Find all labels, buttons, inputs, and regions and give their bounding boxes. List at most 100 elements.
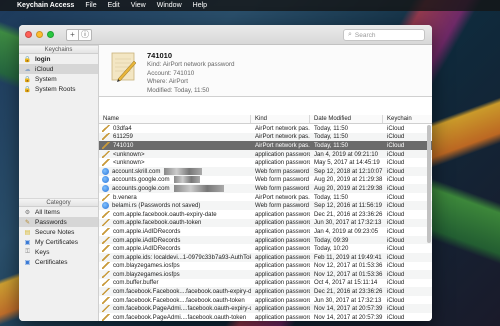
password-key-icon bbox=[102, 159, 110, 167]
table-row[interactable]: com.apple.iAdIDRecords application passwo… bbox=[99, 235, 432, 245]
table-row[interactable]: 03dfa4 AirPort network pas... Today, 11:50… bbox=[99, 124, 432, 133]
table-row[interactable]: accounts.google.com Web form password Aug … bbox=[99, 176, 432, 185]
table-row[interactable]: 741010 AirPort network pas... Today, 11:50… bbox=[99, 141, 432, 150]
table-row[interactable]: com.apple.iAdIDRecords application passwo… bbox=[99, 227, 432, 236]
menu-edit[interactable]: Edit bbox=[108, 2, 120, 9]
cell-name: com.apple.iAdIDRecords bbox=[99, 245, 251, 253]
sidebar-item-system-roots[interactable]: 🔒 System Roots bbox=[19, 84, 98, 94]
menu-view[interactable]: View bbox=[131, 2, 146, 9]
cell-kind: application password bbox=[255, 227, 310, 235]
menu-window[interactable]: Window bbox=[157, 2, 182, 9]
cell-name: com.facebook.PageAdmi....facebook.oauth-… bbox=[99, 305, 251, 313]
table-row[interactable]: com.apple.facebook.oauth-token applicatio… bbox=[99, 218, 432, 228]
search-icon: ⌕ bbox=[348, 31, 352, 38]
minimize-window-button[interactable] bbox=[36, 31, 43, 38]
toolbar-buttons: + ⓘ bbox=[66, 28, 92, 41]
menu-file[interactable]: File bbox=[85, 2, 96, 9]
zoom-window-button[interactable] bbox=[47, 31, 54, 38]
cell-kind: application password bbox=[255, 245, 310, 253]
sidebar-item-icloud[interactable]: ☁ iCloud bbox=[19, 64, 98, 74]
add-item-button[interactable]: + bbox=[66, 28, 79, 41]
table-row[interactable]: belami.rs (Passwords not saved) Web form … bbox=[99, 201, 432, 210]
menu-app-name[interactable]: Keychain Access bbox=[17, 2, 74, 9]
sidebar-item-passwords[interactable]: ✎ Passwords bbox=[19, 217, 98, 227]
cell-name-text: com.facebook.PageAdmi....facebook.oauth-… bbox=[113, 313, 247, 321]
cell-kind: application password bbox=[255, 159, 310, 167]
table-row[interactable]: <unknown> application password May 5, 2017… bbox=[99, 158, 432, 167]
column-header-name[interactable]: Name bbox=[99, 115, 251, 123]
sidebar-item-all-items[interactable]: ⚙ All Items bbox=[19, 207, 98, 217]
cell-kind: application password bbox=[255, 236, 310, 244]
table-scrollbar[interactable] bbox=[427, 125, 431, 243]
table-row[interactable]: com.blayzegames.iosfps application passwo… bbox=[99, 270, 432, 279]
cell-date: Aug 20, 2019 at 21:29:38 bbox=[314, 184, 383, 192]
table-row[interactable]: com.blayzegames.iosfps application passwo… bbox=[99, 262, 432, 271]
password-key-icon bbox=[102, 210, 110, 218]
cell-kind: AirPort network pas... bbox=[255, 193, 310, 201]
column-header-kind[interactable]: Kind bbox=[251, 115, 310, 123]
sidebar-item-label: Passwords bbox=[35, 218, 67, 226]
cell-kind: AirPort network pas... bbox=[255, 133, 310, 141]
lock-icon: 🔒 bbox=[23, 86, 32, 93]
table-row[interactable]: com.facebook.PageAdmi....facebook.oauth-… bbox=[99, 304, 432, 314]
info-button[interactable]: ⓘ bbox=[79, 28, 92, 41]
cloud-icon: ☁ bbox=[24, 66, 31, 73]
table-row[interactable]: account.skrill.com Web form password Sep 1… bbox=[99, 166, 432, 176]
close-window-button[interactable] bbox=[25, 31, 32, 38]
sidebar-item-login[interactable]: 🔒 login bbox=[19, 54, 98, 64]
table-row[interactable]: com.apple.ids: localdevi...1-0979c33b7a9… bbox=[99, 252, 432, 262]
cell-keychain: iCloud bbox=[387, 227, 405, 235]
cell-name-text: com.apple.iAdIDRecords bbox=[113, 227, 181, 235]
sidebar-item-secure-notes[interactable]: ▤ Secure Notes bbox=[19, 227, 98, 237]
cell-name-text: com.facebook.Facebook....facebook.oauth-… bbox=[113, 296, 245, 304]
cell-date: Today, 11:50 bbox=[314, 141, 348, 149]
table-row[interactable]: com.facebook.Facebook....facebook.oauth-… bbox=[99, 287, 432, 296]
cell-keychain: iCloud bbox=[387, 236, 405, 244]
cell-name-text: com.apple.facebook.oauth-expiry-date bbox=[113, 210, 217, 218]
cell-name-text: com.blayzegames.iosfps bbox=[113, 262, 180, 270]
table-row[interactable]: 611259 AirPort network pas... Today, 11:50… bbox=[99, 132, 432, 142]
cell-name-text: com.facebook.PageAdmi....facebook.oauth-… bbox=[113, 305, 251, 313]
sidebar-item-system[interactable]: 🔒 System bbox=[19, 74, 98, 84]
cell-keychain: iCloud bbox=[387, 296, 405, 304]
sidebar-item-label: login bbox=[35, 55, 51, 63]
password-key-icon bbox=[102, 124, 110, 132]
menu-help[interactable]: Help bbox=[193, 2, 207, 9]
table-row[interactable]: com.facebook.Facebook....facebook.oauth-… bbox=[99, 296, 432, 305]
cell-name-text: belami.rs (Passwords not saved) bbox=[112, 202, 201, 210]
column-header-date-modified[interactable]: Date Modified bbox=[310, 115, 383, 123]
search-input[interactable]: ⌕ Search bbox=[343, 29, 425, 41]
sidebar-item-certificates[interactable]: ▣ Certificates bbox=[19, 257, 98, 267]
cell-name-text: b.venera bbox=[113, 193, 137, 201]
redacted-block bbox=[164, 167, 203, 175]
cell-keychain: iCloud bbox=[387, 313, 405, 321]
passwords-icon: ✎ bbox=[24, 219, 31, 226]
category-section: Category ⚙ All Items ✎ Passwords ▤ Secur… bbox=[19, 198, 98, 267]
cell-kind: Web form password bbox=[255, 184, 310, 192]
table-row[interactable]: com.apple.iAdIDRecords application passwo… bbox=[99, 244, 432, 253]
cell-date: Jan 4, 2019 at 09:21:10 bbox=[314, 150, 379, 158]
password-key-icon bbox=[102, 245, 110, 253]
sidebar-item-keys[interactable]: ⚿ Keys bbox=[19, 247, 98, 257]
cell-keychain: iCloud bbox=[387, 159, 405, 167]
table-row[interactable]: com.apple.facebook.oauth-expiry-date appl… bbox=[99, 210, 432, 219]
table-row[interactable]: b.venera AirPort network pas... Today, 11:… bbox=[99, 193, 432, 202]
cell-name: com.apple.facebook.oauth-token bbox=[99, 219, 251, 227]
item-account: Account: 741010 bbox=[147, 69, 195, 77]
sidebar-item-label: Secure Notes bbox=[35, 228, 75, 236]
search-placeholder: Search bbox=[354, 31, 376, 39]
password-key-icon bbox=[102, 313, 110, 321]
sidebar-item-my-certificates[interactable]: ▣ My Certificates bbox=[19, 237, 98, 247]
redacted-block bbox=[173, 176, 200, 184]
item-where: Where: AirPort bbox=[147, 78, 188, 86]
column-header-keychain[interactable]: Keychain bbox=[383, 115, 432, 123]
cell-name: account.skrill.com bbox=[99, 167, 251, 175]
cell-kind: application password bbox=[255, 270, 310, 278]
table-row[interactable]: accounts.google.com Web form password Aug … bbox=[99, 184, 432, 193]
cell-kind: application password bbox=[255, 305, 310, 313]
password-key-icon bbox=[102, 288, 110, 296]
table-row[interactable]: <unknown> application password Jan 4, 2019… bbox=[99, 149, 432, 159]
cell-kind: application password bbox=[255, 262, 310, 270]
table-row[interactable]: com.buffer.buffer application password Oct… bbox=[99, 279, 432, 288]
table-row[interactable]: com.facebook.PageAdmi....facebook.oauth-… bbox=[99, 313, 432, 321]
